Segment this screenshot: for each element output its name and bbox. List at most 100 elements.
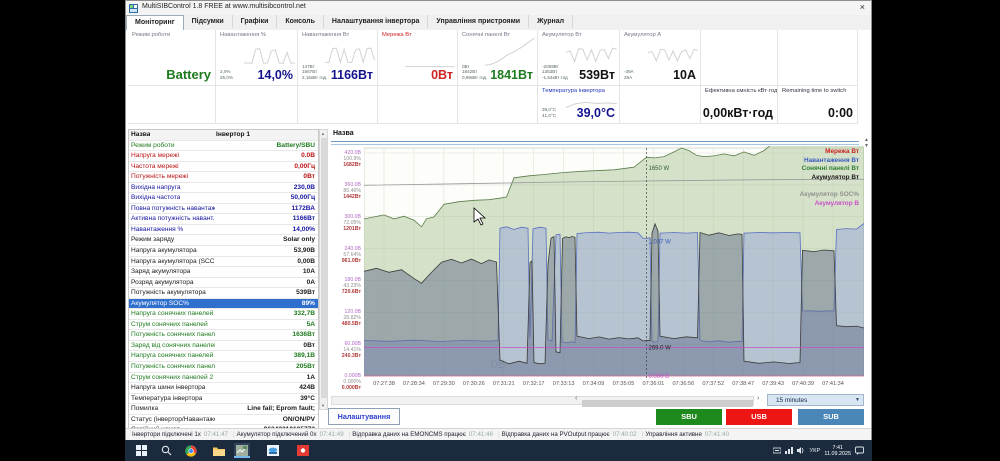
- legend-item-2[interactable]: Навантаження Вт: [800, 157, 859, 166]
- scroll-up-icon[interactable]: ▲: [321, 131, 325, 136]
- tab-4[interactable]: Консоль: [277, 15, 324, 28]
- gauge-sparkline: [325, 37, 375, 68]
- legend-item-5[interactable]: Акумулятор SOC%: [800, 191, 859, 200]
- gauge-value: 0:00: [828, 106, 853, 120]
- table-row-19[interactable]: Потужність сонячних панелей1636Вт: [129, 330, 318, 341]
- table-row-10[interactable]: Режим зарядуSolar only: [129, 235, 318, 246]
- chart-plot[interactable]: 0В1650 W1,037 W269.0 W0.000 В: [364, 146, 864, 381]
- volume-icon[interactable]: [797, 447, 805, 454]
- tab-5[interactable]: Налаштування інвертора: [324, 15, 428, 28]
- table-scrollbar[interactable]: ▲ ▼: [319, 129, 328, 410]
- table-row-27[interactable]: Статус (інвертор/Навантаже...ON/ON/PV: [129, 415, 318, 426]
- tab-3[interactable]: Графіки: [233, 15, 278, 28]
- table-row-25[interactable]: Температура інвертора39°C: [129, 394, 318, 405]
- row-label: Вихідна напруга: [131, 184, 181, 191]
- scroll-down-icon[interactable]: ▼: [321, 403, 325, 408]
- table-row-17[interactable]: Напруга сонячних панелей332,7В: [129, 309, 318, 320]
- status-time-2: 07:41:49: [320, 431, 344, 438]
- start-icon[interactable]: [133, 443, 149, 458]
- language-indicator[interactable]: УКР: [809, 448, 820, 454]
- status-time-4: 07:40:02: [613, 431, 637, 438]
- gauge-label: Ефективна ємність кВт·год: [705, 88, 777, 94]
- interval-select[interactable]: 15 minutes ▼: [767, 394, 864, 406]
- network-icon[interactable]: [785, 447, 793, 454]
- hscroll-left-icon[interactable]: ‹: [575, 395, 577, 402]
- table-row-12[interactable]: Напруга акумулятора (SCC)0,00В: [129, 257, 318, 268]
- keyboard-icon[interactable]: [773, 447, 781, 454]
- gauge-empty: [701, 30, 778, 86]
- search-icon[interactable]: [158, 443, 174, 458]
- table-row-1[interactable]: Режим роботиBattery/SBU: [129, 141, 318, 152]
- cloud-app-icon[interactable]: [265, 443, 281, 458]
- table-row-20[interactable]: Заряд від сонячних панелей0Вт: [129, 341, 318, 352]
- settings-button[interactable]: Налаштування: [328, 408, 400, 425]
- x-axis-tick-11: 07:36:56: [666, 381, 700, 387]
- status-bar: Інвертори підключені 1х07:41:47|Акумулят…: [126, 428, 871, 440]
- row-value: 1А: [307, 374, 315, 381]
- tab-7[interactable]: Журнал: [529, 15, 573, 28]
- row-label: Заряд акумулятора: [131, 268, 190, 275]
- chrome-icon[interactable]: [183, 443, 199, 458]
- legend-item-3[interactable]: Сонячні панелі Вт: [800, 165, 859, 174]
- tab-1[interactable]: Моніторинг: [126, 15, 184, 31]
- mode-button-usb[interactable]: USB: [726, 409, 792, 425]
- table-row-22[interactable]: Потужність сонячних панеле...205Вт: [129, 362, 318, 373]
- svg-text:1650 W: 1650 W: [649, 166, 670, 172]
- explorer-icon[interactable]: [211, 443, 227, 458]
- table-row-8[interactable]: Активна потужність навант...1166Вт: [129, 214, 318, 225]
- chart-hscroll-thumb[interactable]: [582, 400, 753, 407]
- hscroll-right-icon[interactable]: ›: [757, 395, 759, 402]
- table-body: Режим роботиBattery/SBUНапруга мережі0.0…: [129, 141, 318, 436]
- legend-item-4[interactable]: Акумулятор Вт: [800, 174, 859, 183]
- chart-hscrollbar[interactable]: [331, 396, 754, 405]
- tab-2[interactable]: Підсумки: [184, 15, 233, 28]
- status-item-1: Інвертори підключені 1х: [132, 431, 201, 438]
- legend-item-1[interactable]: Мережа Вт: [800, 148, 859, 157]
- legend-item-6[interactable]: Акумулятор В: [800, 200, 859, 209]
- gauge-minmax: -2059Вт1353Вт-1,64кВт·год: [542, 64, 568, 80]
- table-row-26[interactable]: ПомилкаLine fail; Eprom fault;: [129, 404, 318, 415]
- notification-icon[interactable]: [855, 446, 864, 455]
- red-app-icon[interactable]: [295, 443, 311, 458]
- x-axis-tick-4: 07:30:26: [457, 381, 491, 387]
- table-row-6[interactable]: Вихідна частота50,00Гц: [129, 193, 318, 204]
- table-row-11[interactable]: Напруга акумулятора53,90В: [129, 246, 318, 257]
- window-title: MultiSIBControl 1.8 FREE at www.multisib…: [142, 3, 306, 10]
- table-row-21[interactable]: Напруга сонячних панелей 2389,1В: [129, 351, 318, 362]
- table-header-inverter: Інвертор 1: [216, 131, 250, 138]
- gauge-sparkline: [648, 37, 698, 68]
- table-row-5[interactable]: Вихідна напруга 230,0В: [129, 183, 318, 194]
- clock[interactable]: 7:41 11.09.2025: [824, 445, 851, 457]
- table-row-16[interactable]: Акумулятор SOC%89%: [129, 299, 318, 310]
- close-icon[interactable]: ×: [860, 2, 865, 12]
- gauge-value: 39,0°C: [577, 106, 615, 120]
- table-row-14[interactable]: Розряд акумулятора0А: [129, 278, 318, 289]
- table-row-4[interactable]: Потужність мережі0Вт: [129, 172, 318, 183]
- tab-6[interactable]: Управління пристроями: [428, 15, 529, 28]
- chart-header-scrollbar[interactable]: [331, 141, 859, 145]
- table-row-9[interactable]: Навантаження %14,00%: [129, 225, 318, 236]
- gauge-empty: [778, 30, 858, 86]
- table-row-2[interactable]: Напруга мережі0.0В: [129, 151, 318, 162]
- table-row-7[interactable]: Повна потужність навантаж..1172ВА: [129, 204, 318, 215]
- chart-scroll-down-icon[interactable]: ▼: [864, 144, 869, 149]
- mode-button-sub[interactable]: SUB: [798, 409, 864, 425]
- titlebar: MultiSIBControl 1.8 FREE at www.multisib…: [126, 1, 871, 16]
- gauge-value: 539Вт: [579, 68, 615, 82]
- row-value: 205Вт: [296, 363, 315, 370]
- row-value: 0Вт: [303, 342, 315, 349]
- multisibcontrol-icon[interactable]: [234, 443, 250, 458]
- table-row-3[interactable]: Частота мережі0,00Гц: [129, 162, 318, 173]
- table-row-15[interactable]: Потужність акумулятора539Вт: [129, 288, 318, 299]
- table-row-24[interactable]: Напруга шини інвертора424В: [129, 383, 318, 394]
- table-row-23[interactable]: Струм сонячних панелей 21А: [129, 373, 318, 384]
- app-window: MultiSIBControl 1.8 FREE at www.multisib…: [125, 0, 872, 440]
- clock-date: 11.09.2025: [824, 451, 851, 457]
- gauge-label: Режим роботи: [132, 32, 170, 38]
- mode-button-sbu[interactable]: SBU: [656, 409, 722, 425]
- table-row-18[interactable]: Струм сонячних панелей5А: [129, 320, 318, 331]
- row-label: Потужність акумулятора: [131, 289, 206, 296]
- tab-bar: МоніторингПідсумкиГрафікиКонсольНалаштув…: [126, 15, 871, 31]
- table-row-13[interactable]: Заряд акумулятора10А: [129, 267, 318, 278]
- row-value: 230,0В: [294, 184, 315, 191]
